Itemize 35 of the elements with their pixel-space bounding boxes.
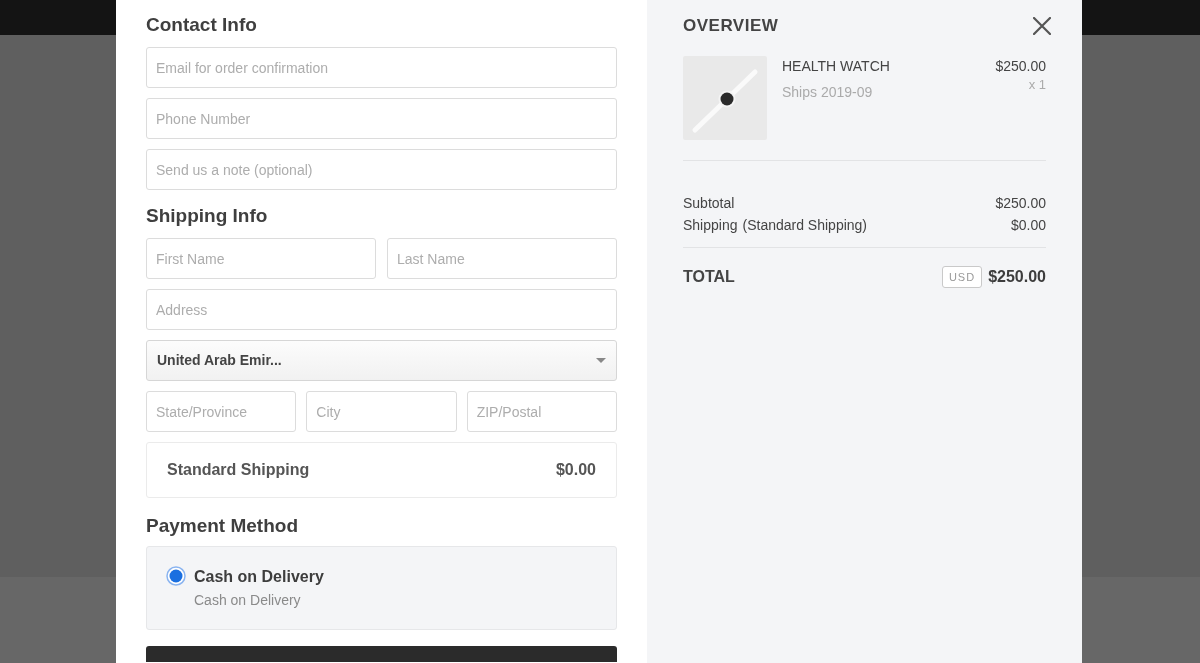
input-field[interactable]: Email for order confirmation — [146, 47, 617, 88]
product-name: HEALTH WATCH — [782, 57, 891, 76]
input-field[interactable]: State/Province — [146, 391, 297, 432]
payment-option[interactable]: Cash on Delivery Cash on Delivery — [146, 546, 617, 630]
input-field[interactable]: Send us a note (optional) — [146, 149, 617, 190]
caret-icon — [596, 358, 606, 363]
shipping-price: $0.00 — [555, 460, 596, 480]
close-icon[interactable] — [1033, 17, 1051, 35]
input-field[interactable]: Phone Number — [146, 98, 617, 139]
payment-method-label: Cash on Delivery — [194, 567, 324, 587]
total-label: TOTAL — [683, 267, 735, 287]
product-quantity: x 1 — [1028, 77, 1046, 93]
shipping-method-label: Standard Shipping — [167, 460, 310, 480]
currency-badge: USD — [941, 266, 983, 288]
shipping-option[interactable]: Standard Shipping $0.00 — [146, 442, 617, 498]
section-heading: Contact Info — [146, 13, 258, 37]
total-amount: $250.00 — [988, 267, 1046, 287]
summary-detail: (Standard Shipping) — [742, 215, 868, 235]
section-heading: Shipping Info — [146, 204, 269, 228]
section-heading: Payment Method — [146, 514, 300, 538]
radio-button-icon[interactable] — [166, 566, 186, 586]
country-select[interactable]: United Arab Emir... — [146, 340, 617, 381]
input-field[interactable]: ZIP/Postal — [466, 391, 617, 432]
input-field[interactable]: First Name — [146, 238, 376, 279]
product-price: $250.00 — [995, 57, 1046, 76]
input-field[interactable]: Address — [146, 289, 617, 330]
overview-title: OVERVIEW — [683, 15, 779, 37]
summary-label: Shipping — [683, 215, 738, 235]
input-field[interactable]: City — [306, 391, 457, 432]
payment-method-description: Cash on Delivery — [194, 591, 302, 609]
ship-date: Ships 2019-09 — [782, 83, 874, 102]
summary-label: Subtotal — [683, 193, 735, 213]
summary-value: $250.00 — [995, 193, 1046, 213]
summary-value: $0.00 — [1010, 215, 1046, 235]
input-field[interactable]: Last Name — [387, 238, 617, 279]
